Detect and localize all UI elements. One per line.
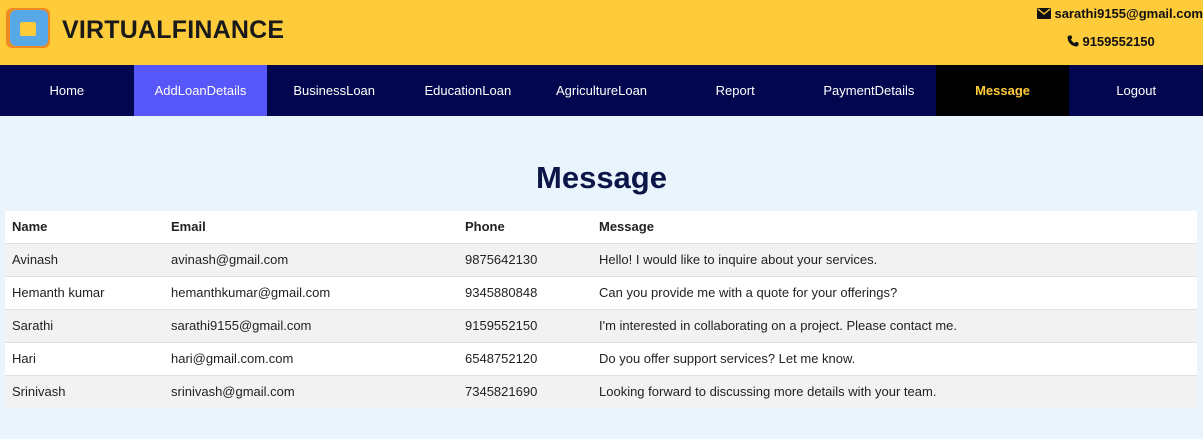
cell-message: I'm interested in collaborating on a pro… <box>592 308 1197 342</box>
table-row: Hari hari@gmail.com.com 6548752120 Do yo… <box>5 341 1197 375</box>
cell-email: sarathi9155@gmail.com <box>164 308 458 342</box>
nav-payment-details[interactable]: PaymentDetails <box>802 65 936 116</box>
cell-name: Srinivash <box>5 374 164 408</box>
cell-email: avinash@gmail.com <box>164 242 458 276</box>
page-title: Message <box>536 160 667 195</box>
contact-phone: 9159552150 <box>1067 32 1203 50</box>
cell-name: Hari <box>5 341 164 375</box>
contact-info: sarathi9155@gmail.com 9159552150 <box>1037 4 1203 50</box>
envelope-icon <box>1037 7 1052 19</box>
cell-message: Hello! I would like to inquire about you… <box>592 242 1197 276</box>
cell-name: Avinash <box>5 242 164 276</box>
cell-name: Sarathi <box>5 308 164 342</box>
contact-email-text: sarathi9155@gmail.com <box>1054 5 1203 21</box>
nav-business-loan[interactable]: BusinessLoan <box>267 65 401 116</box>
nav-add-loan-details[interactable]: AddLoanDetails <box>133 65 268 116</box>
cell-phone: 9159552150 <box>458 308 592 342</box>
cell-email: hemanthkumar@gmail.com <box>164 275 458 309</box>
main-nav: Home AddLoanDetails BusinessLoan Educati… <box>0 65 1203 116</box>
cell-name: Hemanth kumar <box>5 275 164 309</box>
table-header-row: Name Email Phone Message <box>5 211 1197 243</box>
cell-phone: 7345821690 <box>458 374 592 408</box>
nav-agriculture-loan[interactable]: AgricultureLoan <box>535 65 669 116</box>
cell-message: Do you offer support services? Let me kn… <box>592 341 1197 375</box>
contact-email: sarathi9155@gmail.com <box>1037 4 1203 22</box>
nav-logout[interactable]: Logout <box>1069 65 1203 116</box>
column-header-name: Name <box>5 211 164 243</box>
logo-icon <box>6 8 52 56</box>
column-header-email: Email <box>164 211 458 243</box>
table-row: Sarathi sarathi9155@gmail.com 9159552150… <box>5 308 1197 342</box>
nav-home[interactable]: Home <box>0 65 134 116</box>
messages-table: Name Email Phone Message Avinash avinash… <box>5 211 1197 408</box>
column-header-message: Message <box>592 211 1197 243</box>
nav-education-loan[interactable]: EducationLoan <box>401 65 535 116</box>
cell-phone: 9345880848 <box>458 275 592 309</box>
column-header-phone: Phone <box>458 211 592 243</box>
nav-message[interactable]: Message <box>935 65 1070 116</box>
phone-icon <box>1067 35 1079 47</box>
table-row: Srinivash srinivash@gmail.com 7345821690… <box>5 374 1197 408</box>
cell-email: hari@gmail.com.com <box>164 341 458 375</box>
table-row: Hemanth kumar hemanthkumar@gmail.com 934… <box>5 275 1197 309</box>
nav-report[interactable]: Report <box>668 65 802 116</box>
cell-email: srinivash@gmail.com <box>164 374 458 408</box>
cell-message: Looking forward to discussing more detai… <box>592 374 1197 408</box>
table-row: Avinash avinash@gmail.com 9875642130 Hel… <box>5 242 1197 276</box>
cell-phone: 6548752120 <box>458 341 592 375</box>
header: VIRTUALFINANCE sarathi9155@gmail.com 915… <box>0 0 1203 65</box>
contact-phone-text: 9159552150 <box>1082 33 1155 49</box>
cell-message: Can you provide me with a quote for your… <box>592 275 1197 309</box>
brand-name: VIRTUALFINANCE <box>62 16 285 44</box>
cell-phone: 9875642130 <box>458 242 592 276</box>
